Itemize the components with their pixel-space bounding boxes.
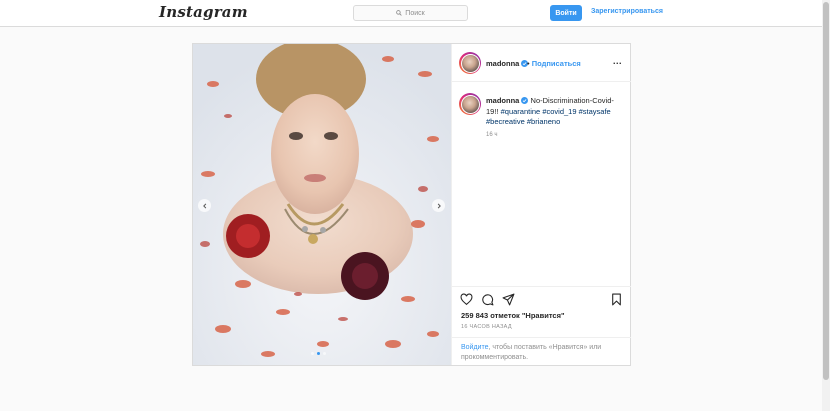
post-photo[interactable] <box>193 44 451 365</box>
post-card: madonna • Подписаться ... madonna No-Dis… <box>192 43 631 366</box>
post-timestamp[interactable]: 16 ЧАСОВ НАЗАД <box>461 324 512 330</box>
bookmark-icon[interactable] <box>610 293 623 306</box>
share-icon[interactable] <box>502 293 515 306</box>
photo-scene <box>193 44 451 365</box>
chevron-right-icon <box>437 203 441 208</box>
signup-link[interactable]: Зарегистрироваться <box>591 8 663 15</box>
carousel-indicator <box>311 352 326 355</box>
search-placeholder: Поиск <box>405 9 425 17</box>
follow-button[interactable]: • Подписаться <box>527 59 581 68</box>
more-options-icon[interactable]: ... <box>613 56 622 66</box>
carousel-dot <box>323 352 326 355</box>
carousel-dot <box>311 352 314 355</box>
caption-username[interactable]: madonna <box>486 96 519 105</box>
post-actions <box>452 286 631 308</box>
hashtag-link[interactable]: #covid_19 <box>542 107 576 116</box>
caption-avatar[interactable] <box>459 93 481 115</box>
comment-icon[interactable] <box>481 293 494 306</box>
username-text[interactable]: madonna <box>486 59 519 68</box>
follow-separator: • <box>527 59 530 68</box>
carousel-prev-button[interactable] <box>198 199 211 212</box>
page-scrollbar[interactable] <box>822 0 830 411</box>
hashtag-link[interactable]: #brianeno <box>527 117 560 126</box>
post-username[interactable]: madonna <box>486 59 529 68</box>
post-sidebar: madonna • Подписаться ... madonna No-Dis… <box>451 44 631 365</box>
login-button[interactable]: Войти <box>550 5 582 21</box>
post-header: madonna • Подписаться ... <box>452 44 631 82</box>
top-navigation-bar: Instagram Поиск Войти Зарегистрироваться <box>0 0 830 27</box>
likes-count[interactable]: 259 843 отметок "Нравится" <box>461 311 565 320</box>
post-caption: madonna No-Discrimination-Covid-19!! #qu… <box>486 96 626 128</box>
login-prompt: Войдите, чтобы поставить «Нравится» или … <box>452 337 631 365</box>
caption-timestamp: 16 ч <box>486 132 498 138</box>
scrollbar-thumb[interactable] <box>823 2 829 380</box>
heart-icon[interactable] <box>460 293 473 306</box>
follow-label[interactable]: Подписаться <box>532 59 581 68</box>
hashtag-link[interactable]: #becreative <box>486 117 525 126</box>
carousel-dot-active <box>317 352 320 355</box>
avatar[interactable] <box>459 52 481 74</box>
chevron-left-icon <box>202 203 206 208</box>
verified-badge-icon <box>521 97 529 104</box>
hashtag-link[interactable]: #quarantine <box>501 107 541 116</box>
instagram-logo[interactable]: Instagram <box>159 3 248 21</box>
search-input[interactable]: Поиск <box>353 5 468 21</box>
login-link[interactable]: Войдите <box>461 344 489 351</box>
carousel-next-button[interactable] <box>432 199 445 212</box>
hashtag-link[interactable]: #staysafe <box>579 107 611 116</box>
search-icon <box>396 10 402 16</box>
